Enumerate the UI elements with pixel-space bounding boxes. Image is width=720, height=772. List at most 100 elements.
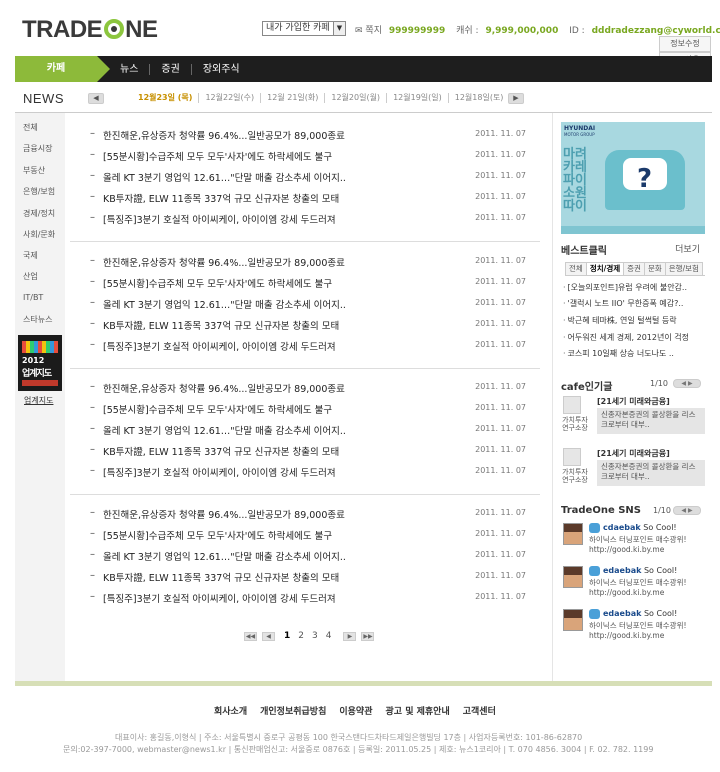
industry-map-link[interactable]: 업계지도 [24, 395, 53, 406]
cafe-post[interactable]: 가치투자 연구소장 [21세기 미래와금융] 신종자본증권의 콜상환을 리스크로… [562, 396, 709, 436]
news-item[interactable]: – 한진해운,유상증자 청약률 96.4%...일반공모가 89,000종료 201… [90, 380, 538, 395]
footer-link-privacy[interactable]: 개인정보취급방침 [260, 704, 326, 717]
news-item[interactable]: – 한진해운,유상증자 청약률 96.4%...일반공모가 89,000종료 201… [90, 506, 538, 521]
page-number[interactable]: 1 [284, 631, 290, 641]
category-industry[interactable]: 산업 [23, 271, 38, 282]
news-title[interactable]: KB투자證, ELW 11종목 337억 규모 신규자본 창출의 모태 [103, 570, 339, 584]
date-item[interactable]: 12월22일(수) [198, 93, 260, 103]
note-count[interactable]: 999999999 [389, 26, 445, 36]
news-title[interactable]: [특징주]3분기 호실적 아이씨케이, 아이이엠 강세 두드러져 [103, 465, 336, 479]
news-title[interactable]: 올레 KT 3분기 영업익 12.61…"단말 매출 감소추세 이어지.. [103, 170, 346, 184]
next-date-arrow-icon[interactable]: ▶ [508, 93, 524, 104]
tab-all[interactable]: 전체 [565, 262, 587, 275]
news-item[interactable]: – KB투자證, ELW 11종목 337억 규모 신규자본 창출의 모태 2011… [90, 443, 538, 458]
tab-politics-economy[interactable]: 정치/경제 [585, 262, 625, 275]
site-logo[interactable]: TRADE NE [22, 16, 158, 44]
news-title[interactable]: [55분시황]수급주체 모두 모두'사자'에도 하락세에도 불구 [103, 528, 332, 542]
nav-item-otc[interactable]: 장외주식 [190, 63, 251, 75]
chevron-down-icon[interactable]: ▼ [333, 22, 345, 35]
news-title[interactable]: [55분시황]수급주체 모두 모두'사자'에도 하락세에도 불구 [103, 402, 332, 416]
category-itbt[interactable]: IT/BT [23, 293, 43, 302]
nav-item-news[interactable]: 뉴스 [109, 64, 149, 75]
news-item[interactable]: – 올레 KT 3분기 영업익 12.61…"단말 매출 감소추세 이어지.. 20… [90, 548, 538, 563]
category-bank[interactable]: 은행/보험 [23, 186, 55, 197]
best-click-item[interactable]: · 코스피 10일째 상승 너도나도 .. [563, 348, 709, 359]
cafe-prev-next-icon[interactable]: ◀ ▶ [673, 379, 701, 388]
category-finance[interactable]: 금융시장 [23, 143, 52, 154]
sns-url[interactable]: http://good.ki.by.me [589, 588, 664, 597]
category-economy[interactable]: 경제/정치 [23, 208, 55, 219]
sns-url[interactable]: http://good.ki.by.me [589, 631, 664, 640]
news-item[interactable]: – KB투자證, ELW 11종목 337억 규모 신규자본 창출의 모태 2011… [90, 317, 538, 332]
news-item[interactable]: – [특징주]3분기 호실적 아이씨케이, 아이이엠 강세 두드러져 2011. 1… [90, 464, 538, 479]
news-title[interactable]: 한진해운,유상증자 청약률 96.4%...일반공모가 89,000종료 [103, 507, 345, 521]
category-all[interactable]: 전체 [23, 122, 38, 133]
best-click-item[interactable]: · [오늘의포인트]유럽 우려에 불안감.. [563, 282, 709, 293]
news-title[interactable]: [55분시황]수급주체 모두 모두'사자'에도 하락세에도 불구 [103, 276, 332, 290]
best-click-item[interactable]: · '갤럭시 노트 IIO' 무한증폭 예감?.. [563, 298, 709, 309]
news-title[interactable]: 올레 KT 3분기 영업익 12.61…"단말 매출 감소추세 이어지.. [103, 423, 346, 437]
tab-culture[interactable]: 문화 [643, 262, 666, 275]
news-item[interactable]: – 올레 KT 3분기 영업익 12.61…"단말 매출 감소추세 이어지.. 20… [90, 169, 538, 184]
sns-url[interactable]: http://good.ki.by.me [589, 545, 664, 554]
joined-cafe-select[interactable]: 내가 가입한 카페 ▼ [262, 21, 346, 36]
nav-item-cafe[interactable]: 카페 [15, 56, 110, 82]
news-item[interactable]: – [55분시황]수급주체 모두 모두'사자'에도 하락세에도 불구 2011. 1… [90, 275, 538, 290]
page-number[interactable]: 3 [312, 631, 318, 641]
news-title[interactable]: 올레 KT 3분기 영업익 12.61…"단말 매출 감소추세 이어지.. [103, 549, 346, 563]
page-number[interactable]: 2 [298, 631, 304, 641]
prev-date-arrow-icon[interactable]: ◀ [88, 93, 104, 104]
first-page-icon[interactable]: ◀◀ [244, 631, 257, 641]
user-id[interactable]: dddradezzang@cyworld.co.kr [592, 26, 720, 36]
news-item[interactable]: – [특징주]3분기 호실적 아이씨케이, 아이이엠 강세 두드러져 2011. 1… [90, 338, 538, 353]
sns-post[interactable]: edaebak So Cool! 하이닉스 터닝포인트 매수광위! http://… [563, 566, 709, 606]
last-page-icon[interactable]: ▶▶ [361, 631, 375, 641]
tab-stocks[interactable]: 증권 [623, 262, 645, 275]
category-international[interactable]: 국제 [23, 250, 38, 261]
category-society[interactable]: 사회/문화 [23, 229, 55, 240]
sns-prev-next-icon[interactable]: ◀ ▶ [673, 506, 701, 515]
date-item[interactable]: 12월23일 (목) [132, 93, 198, 103]
page-number[interactable]: 4 [326, 631, 332, 641]
news-title[interactable]: [특징주]3분기 호실적 아이씨케이, 아이이엠 강세 두드러져 [103, 339, 336, 353]
date-item[interactable]: 12월 21일(화) [260, 93, 324, 103]
news-title[interactable]: KB투자證, ELW 11종목 337억 규모 신규자본 창출의 모태 [103, 318, 339, 332]
sns-post[interactable]: cdaebak So Cool! 하이닉스 터닝포인트 매수광위! http://… [563, 523, 709, 563]
news-title[interactable]: 한진해운,유상증자 청약률 96.4%...일반공모가 89,000종료 [103, 381, 345, 395]
next-page-icon[interactable]: ▶ [343, 631, 357, 641]
date-item[interactable]: 12월18일(토) [447, 93, 510, 103]
news-item[interactable]: – 한진해운,유상증자 청약률 96.4%...일반공모가 89,000종료 201… [90, 254, 538, 269]
news-item[interactable]: – [특징주]3분기 호실적 아이씨케이, 아이이엠 강세 두드러져 2011. 1… [90, 590, 538, 605]
hyundai-ad-banner[interactable]: HYUNDAI MOTOR GROUP 마려 카레 파이 소원 따이 ? [561, 122, 705, 234]
date-item[interactable]: 12월20일(월) [324, 93, 386, 103]
nav-item-stocks[interactable]: 증권 [149, 63, 190, 75]
category-starnews[interactable]: 스타뉴스 [23, 314, 52, 325]
footer-link-terms[interactable]: 이용약관 [339, 704, 372, 717]
footer-link-support[interactable]: 고객센터 [463, 704, 496, 717]
sns-user[interactable]: edaebak [603, 566, 641, 575]
news-item[interactable]: – 올레 KT 3분기 영업익 12.61…"단말 매출 감소추세 이어지.. 20… [90, 296, 538, 311]
industry-map-book-image[interactable]: 2012 업계지도 [18, 335, 62, 391]
news-title[interactable]: 한진해운,유상증자 청약률 96.4%...일반공모가 89,000종료 [103, 128, 345, 142]
best-click-item[interactable]: · 박근혜 테마株, 연일 털썩털 등락 [563, 315, 709, 326]
footer-link-about[interactable]: 회사소개 [214, 704, 247, 717]
tab-bank[interactable]: 은행/보험 [664, 262, 703, 275]
cafe-post[interactable]: 가치투자 연구소장 [21세기 미래와금융] 신종자본증권의 콜상환을 리스크로… [562, 448, 709, 488]
sns-user[interactable]: cdaebak [603, 523, 641, 532]
news-title[interactable]: KB투자證, ELW 11종목 337억 규모 신규자본 창출의 모태 [103, 191, 339, 205]
news-title[interactable]: [특징주]3분기 호실적 아이씨케이, 아이이엠 강세 두드러져 [103, 212, 336, 226]
prev-page-icon[interactable]: ◀ [262, 631, 275, 641]
news-item[interactable]: – KB투자證, ELW 11종목 337억 규모 신규자본 창출의 모태 2011… [90, 569, 538, 584]
news-item[interactable]: – [55분시황]수급주체 모두 모두'사자'에도 하락세에도 불구 2011. 1… [90, 527, 538, 542]
footer-link-ads[interactable]: 광고 및 제휴안내 [386, 704, 450, 717]
date-item[interactable]: 12월19일(일) [386, 93, 448, 103]
news-item[interactable]: – [55분시황]수급주체 모두 모두'사자'에도 하락세에도 불구 2011. 1… [90, 401, 538, 416]
news-item[interactable]: – 한진해운,유상증자 청약률 96.4%...일반공모가 89,000종료 201… [90, 127, 538, 142]
news-title[interactable]: 한진해운,유상증자 청약률 96.4%...일반공모가 89,000종료 [103, 255, 345, 269]
profile-edit-button[interactable]: 정보수정 [659, 36, 711, 52]
news-title[interactable]: KB투자證, ELW 11종목 337억 규모 신규자본 창출의 모태 [103, 444, 339, 458]
envelope-icon[interactable]: ✉ [355, 26, 363, 36]
category-realestate[interactable]: 부동산 [23, 165, 45, 176]
news-item[interactable]: – 올레 KT 3분기 영업익 12.61…"단말 매출 감소추세 이어지.. 20… [90, 422, 538, 437]
sns-user[interactable]: edaebak [603, 609, 641, 618]
